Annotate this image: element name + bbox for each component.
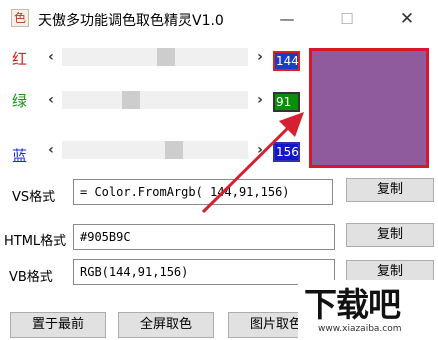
watermark-url: www.xiazaiba.com xyxy=(318,324,402,334)
red-slider[interactable]: ‹ › xyxy=(44,46,268,68)
vs-format-label: VS格式 xyxy=(12,190,56,205)
close-button[interactable]: ✕ xyxy=(384,6,430,32)
annotation-arrow-head xyxy=(279,112,304,137)
blue-label: 蓝 xyxy=(12,147,28,165)
app-window: 色 天傲多功能调色取色精灵V1.0 — ☐ ✕ 红 ‹ › 144 绿 ‹ › … xyxy=(0,0,438,340)
watermark: 下载吧 www.xiazaiba.com xyxy=(298,280,438,340)
vs-format-field[interactable]: = Color.FromArgb( 144,91,156) xyxy=(73,179,333,205)
green-slider-track[interactable] xyxy=(62,91,248,109)
blue-slider-thumb[interactable] xyxy=(165,141,183,159)
blue-slider-right-arrow[interactable]: › xyxy=(253,141,267,159)
html-format-field[interactable]: #905B9C xyxy=(73,224,335,250)
watermark-logo-text: 下载吧 xyxy=(304,285,401,324)
green-slider-thumb[interactable] xyxy=(122,91,140,109)
title-bar[interactable]: 色 天傲多功能调色取色精灵V1.0 — ☐ ✕ xyxy=(0,0,438,38)
vb-format-field[interactable]: RGB(144,91,156) xyxy=(73,259,335,285)
red-slider-left-arrow[interactable]: ‹ xyxy=(44,48,58,66)
blue-value-box[interactable]: 156 xyxy=(273,142,300,162)
blue-slider-left-arrow[interactable]: ‹ xyxy=(44,141,58,159)
green-value-box[interactable]: 91 xyxy=(273,92,300,112)
red-slider-right-arrow[interactable]: › xyxy=(253,48,267,66)
maximize-button[interactable]: ☐ xyxy=(324,6,370,32)
vb-format-label: VB格式 xyxy=(9,270,53,285)
minimize-button[interactable]: — xyxy=(264,6,310,32)
green-slider-right-arrow[interactable]: › xyxy=(253,91,267,109)
color-preview-swatch xyxy=(309,48,429,168)
red-slider-thumb[interactable] xyxy=(157,48,175,66)
html-format-label: HTML格式 xyxy=(4,234,67,249)
green-slider[interactable]: ‹ › xyxy=(44,89,268,111)
green-label: 绿 xyxy=(12,92,28,110)
red-value-box[interactable]: 144 xyxy=(273,51,300,71)
app-icon: 色 xyxy=(11,9,29,27)
blue-slider-track[interactable] xyxy=(62,141,248,159)
green-slider-left-arrow[interactable]: ‹ xyxy=(44,91,58,109)
window-title: 天傲多功能调色取色精灵V1.0 xyxy=(38,13,224,29)
blue-slider[interactable]: ‹ › xyxy=(44,139,268,161)
fullscreen-pick-button[interactable]: 全屏取色 xyxy=(118,312,214,338)
html-copy-button[interactable]: 复制 xyxy=(346,223,434,247)
red-label: 红 xyxy=(12,50,28,68)
vs-copy-button[interactable]: 复制 xyxy=(346,178,434,202)
topmost-button[interactable]: 置于最前 xyxy=(10,312,106,338)
red-slider-track[interactable] xyxy=(62,48,248,66)
